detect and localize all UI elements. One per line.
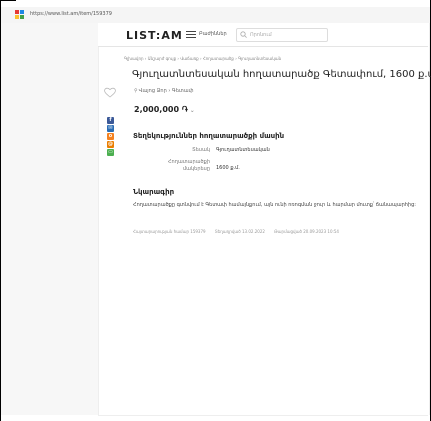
search-input[interactable]: Որոնում [236,28,328,42]
detail-value-area: 1600 ք.մ. [216,165,240,171]
menu-icon[interactable] [186,31,196,38]
page-bottom-divider [98,415,428,416]
menu-button[interactable]: Բաժիններ [199,31,227,37]
price-value: 2,000,000 ֏ [134,105,188,114]
detail-value-type: Գյուղատնտեսական [216,147,270,153]
search-icon [240,31,247,38]
detail-label-area: Հողատարածքի մակերեսը [167,159,210,172]
breadcrumb[interactable]: Գլխավոր › Անշարժ գույք › Վաճառք › Հողատա… [124,56,281,61]
description-text: Հողատարածքը գտնվում է Գետափ համայնքում, … [133,202,416,208]
details-heading: Տեղեկություններ հողատարածքի մասին [133,132,285,140]
favorite-heart-icon[interactable] [104,87,116,98]
description-heading: Նկարագիր [133,188,175,196]
search-placeholder: Որոնում [250,32,272,38]
share-vk-icon[interactable]: ✉ [107,125,114,132]
browser-url[interactable]: https://www.list.am/item/159379 [30,9,112,19]
share-message-icon[interactable]: ▭ [107,149,114,156]
currency-dropdown-icon[interactable]: ⌄ [190,107,195,114]
page-left-margin [1,23,98,415]
site-logo[interactable]: LIST:AM [126,29,183,42]
window-border-top [0,0,16,1]
page-title: Գյուղատնտեսական հողատարածք Գետափում, 160… [132,69,431,80]
renewed-date: Թարմացված 20.09.2023 10:54 [274,229,339,234]
site-favicon-icon [15,10,24,19]
posted-date: Տեղադրված 13.02.2022 [214,229,265,234]
detail-label-type: Տեսակ [192,147,210,153]
share-mail-icon[interactable]: @ [107,141,114,148]
listing-meta: Հայտարարության համար 159379 Տեղադրված 13… [133,229,347,234]
page-content [98,23,430,415]
location-text: Վայոց Ձոր › Գետափ [138,88,194,94]
listing-price: 2,000,000 ֏ ⌄ [134,105,195,115]
site-header: LIST:AM Բաժիններ Որոնում [98,23,428,47]
listing-location[interactable]: ⚲Վայոց Ձոր › Գետափ [134,88,193,94]
location-pin-icon: ⚲ [134,88,138,94]
ad-id: Հայտարարության համար 159379 [133,229,206,234]
share-facebook-icon[interactable]: f [107,117,114,124]
share-ok-icon[interactable]: o [107,133,114,140]
